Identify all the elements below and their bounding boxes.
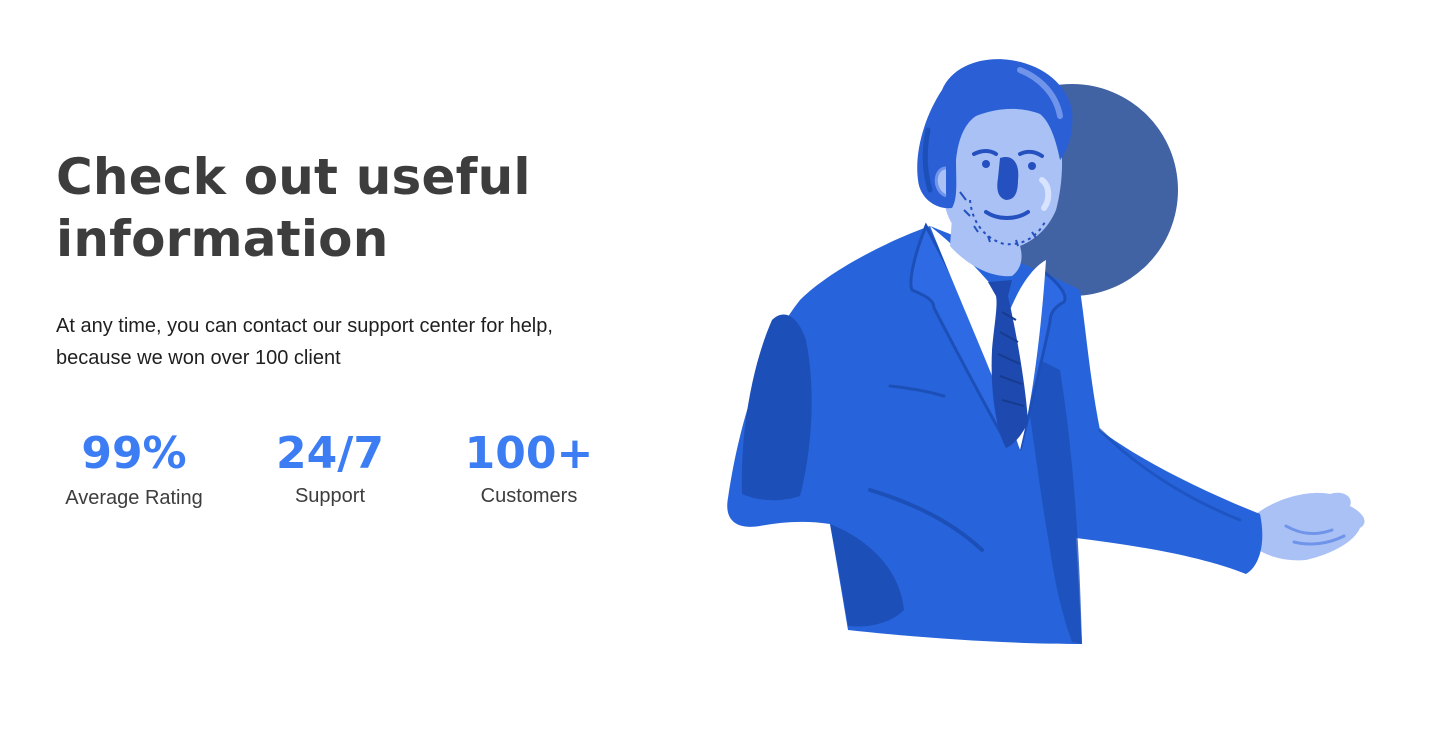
stat-label: Average Rating (65, 487, 203, 509)
stat-label: Support (294, 485, 366, 507)
stat-support: 24/7 Support (268, 428, 392, 510)
stat-customers: 100+ Customers (460, 428, 598, 510)
stat-value: 99% (81, 428, 187, 479)
stat-label: Customers (480, 485, 578, 507)
page-title: Check out useful information (56, 148, 531, 268)
hand (1256, 492, 1365, 561)
stats-row: 99% Average Rating 24/7 Support 100+ Cus… (56, 428, 616, 528)
businessman-illustration-icon (720, 50, 1380, 650)
stat-value: 24/7 (276, 428, 384, 479)
hero-section: Check out useful information At any time… (56, 146, 616, 509)
stat-average-rating: 99% Average Rating (56, 428, 212, 512)
page: Check out useful information At any time… (0, 0, 1436, 744)
hero-description: At any time, you can contact our support… (56, 315, 553, 369)
nose (997, 156, 1019, 200)
stat-value: 100+ (464, 428, 594, 479)
